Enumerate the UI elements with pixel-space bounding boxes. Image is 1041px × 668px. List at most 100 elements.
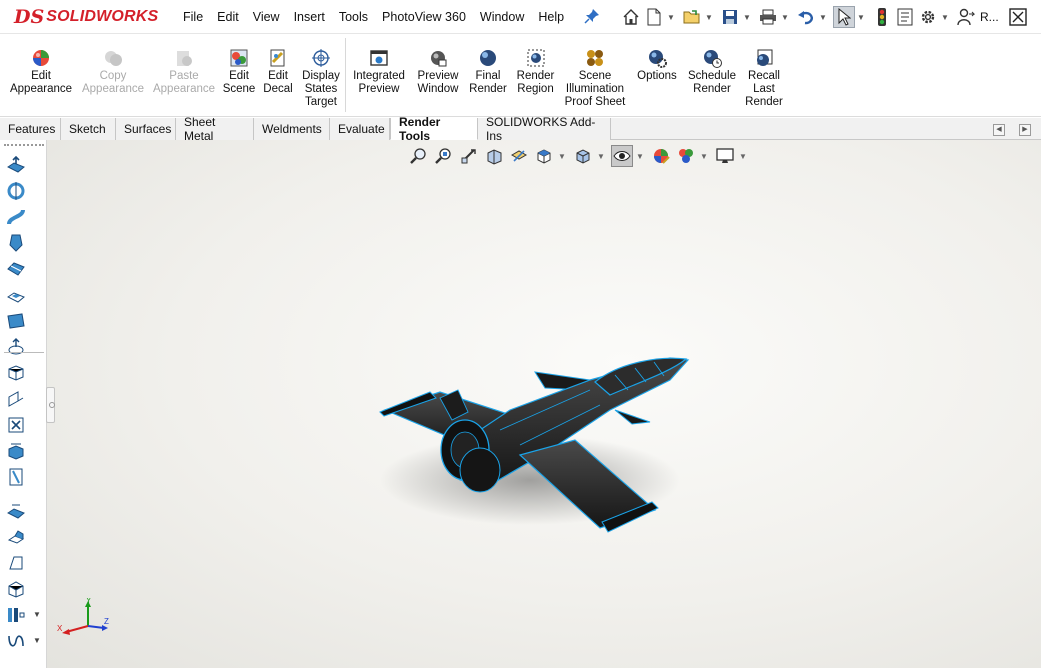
toolbar-grip[interactable] xyxy=(4,144,44,147)
draft-icon[interactable] xyxy=(5,552,27,574)
apply-scene-dropdown-icon[interactable]: ▼ xyxy=(700,152,708,161)
menu-tools[interactable]: Tools xyxy=(332,10,375,24)
scene-illumination-proof-sheet-button[interactable]: Scene Illumination Proof Sheet xyxy=(562,48,628,109)
curves-icon[interactable] xyxy=(5,630,27,652)
select-dropdown-icon[interactable]: ▼ xyxy=(856,13,866,22)
edit-appearance-label-2: Appearance xyxy=(9,83,73,95)
view-orientation-icon[interactable] xyxy=(533,145,555,167)
hide-show-items-icon[interactable] xyxy=(611,145,633,167)
curves-dropdown-icon[interactable]: ▼ xyxy=(33,636,41,645)
home-icon[interactable] xyxy=(620,6,642,28)
recall-last-render-button[interactable]: Recall Last Render xyxy=(743,48,785,109)
menu-help[interactable]: Help xyxy=(531,10,571,24)
split-line-icon[interactable] xyxy=(5,466,27,488)
tab-surfaces[interactable]: Surfaces xyxy=(116,118,176,140)
display-states-label-2: States xyxy=(304,83,338,95)
linear-pattern-icon[interactable] xyxy=(5,604,27,626)
integrated-preview-button[interactable]: Integrated Preview xyxy=(350,48,408,96)
pin-icon[interactable] xyxy=(584,8,600,24)
schedule-render-button[interactable]: Schedule Render xyxy=(686,48,738,96)
display-style-dropdown-icon[interactable]: ▼ xyxy=(597,152,605,161)
menu-insert[interactable]: Insert xyxy=(287,10,332,24)
rebuild-traffic-light-icon[interactable] xyxy=(871,6,893,28)
select-arrow-icon[interactable] xyxy=(833,6,855,28)
swept-boss-icon[interactable] xyxy=(5,206,27,228)
options-dropdown-icon[interactable]: ▼ xyxy=(940,13,950,22)
menu-view[interactable]: View xyxy=(246,10,287,24)
undo-dropdown-icon[interactable]: ▼ xyxy=(818,13,828,22)
edit-appearance-hud-icon[interactable] xyxy=(650,145,672,167)
solidworks-logo[interactable]: DS SOLIDWORKS xyxy=(14,6,158,28)
tab-sheet-metal[interactable]: Sheet Metal xyxy=(176,115,254,143)
apply-scene-icon[interactable] xyxy=(675,145,697,167)
edit-decal-button[interactable]: Edit Decal xyxy=(262,48,294,96)
previous-view-icon[interactable] xyxy=(458,145,480,167)
paste-appearance-button[interactable]: Paste Appearance xyxy=(152,48,216,96)
boundary-boss-icon[interactable] xyxy=(5,258,27,280)
print-dropdown-icon[interactable]: ▼ xyxy=(780,13,790,22)
zoom-to-fit-icon[interactable] xyxy=(408,145,430,167)
window-restore-icon[interactable] xyxy=(1007,6,1029,28)
dome-icon[interactable] xyxy=(5,578,27,600)
final-render-button[interactable]: Final Render xyxy=(467,48,509,96)
menu-file[interactable]: File xyxy=(176,10,210,24)
linear-pattern-dropdown-icon[interactable]: ▼ xyxy=(33,610,41,619)
lofted-boss-icon[interactable] xyxy=(5,232,27,254)
render-region-button[interactable]: Render Region xyxy=(514,48,557,96)
fillet-icon[interactable] xyxy=(5,500,27,522)
file-properties-icon[interactable] xyxy=(894,6,916,28)
recall-last-render-label-3: Render xyxy=(745,96,783,108)
view-orientation-dropdown-icon[interactable]: ▼ xyxy=(558,152,566,161)
copy-appearance-button[interactable]: Copy Appearance xyxy=(81,48,145,96)
plane-icon[interactable] xyxy=(5,310,27,332)
tab-sketch[interactable]: Sketch xyxy=(61,118,116,140)
panel-collapse-handle[interactable] xyxy=(46,387,55,423)
section-view-icon[interactable] xyxy=(483,145,505,167)
open-dropdown-icon[interactable]: ▼ xyxy=(704,13,714,22)
chamfer-icon[interactable] xyxy=(5,526,27,548)
hide-show-dropdown-icon[interactable]: ▼ xyxy=(636,152,644,161)
jet-fighter-model[interactable] xyxy=(370,350,700,545)
print-icon[interactable] xyxy=(757,6,779,28)
revolved-cut-icon[interactable] xyxy=(5,336,27,358)
final-render-label-2: Render xyxy=(469,83,507,95)
intersect-icon[interactable] xyxy=(5,440,27,462)
tab-weldments[interactable]: Weldments xyxy=(254,118,330,140)
user-login-icon[interactable] xyxy=(955,6,977,28)
new-document-icon[interactable] xyxy=(643,6,665,28)
zoom-to-area-icon[interactable] xyxy=(433,145,455,167)
tab-render-tools[interactable]: Render Tools xyxy=(390,115,478,143)
view-settings-monitor-icon[interactable] xyxy=(714,145,736,167)
tab-solidworks-add-ins[interactable]: SOLIDWORKS Add-Ins xyxy=(478,115,611,143)
quick-overflow-label[interactable]: R... xyxy=(980,10,999,24)
menu-edit[interactable]: Edit xyxy=(210,10,246,24)
tab-scroll-right-icon[interactable]: ▶ xyxy=(1019,124,1031,136)
rib-icon[interactable] xyxy=(5,388,27,410)
tab-features[interactable]: Features xyxy=(0,118,61,140)
display-states-target-button[interactable]: Display States Target xyxy=(300,48,342,109)
dynamic-annotation-views-icon[interactable] xyxy=(508,145,530,167)
options-gear-icon[interactable] xyxy=(917,6,939,28)
tab-scroll-left-icon[interactable]: ◀ xyxy=(993,124,1005,136)
menu-window[interactable]: Window xyxy=(473,10,531,24)
open-folder-icon[interactable] xyxy=(681,6,703,28)
tab-evaluate[interactable]: Evaluate xyxy=(330,118,390,140)
new-dropdown-icon[interactable]: ▼ xyxy=(666,13,676,22)
preview-window-button[interactable]: Preview Window xyxy=(413,48,463,96)
revolved-boss-icon[interactable] xyxy=(5,180,27,202)
display-style-icon[interactable] xyxy=(572,145,594,167)
undo-icon[interactable] xyxy=(795,6,817,28)
options-button[interactable]: Options xyxy=(633,48,681,83)
menu-photoview[interactable]: PhotoView 360 xyxy=(375,10,473,24)
save-icon[interactable] xyxy=(719,6,741,28)
edit-appearance-button[interactable]: Edit Appearance xyxy=(9,48,73,96)
save-dropdown-icon[interactable]: ▼ xyxy=(742,13,752,22)
wrap-icon[interactable] xyxy=(5,414,27,436)
shell-icon[interactable] xyxy=(5,362,27,384)
edit-scene-button[interactable]: Edit Scene xyxy=(222,48,256,96)
extruded-cut-icon[interactable] xyxy=(5,284,27,306)
extruded-boss-icon[interactable] xyxy=(5,154,27,176)
view-settings-dropdown-icon[interactable]: ▼ xyxy=(739,152,747,161)
render-region-label-1: Render xyxy=(516,70,555,82)
preview-window-label-2: Window xyxy=(417,83,459,95)
